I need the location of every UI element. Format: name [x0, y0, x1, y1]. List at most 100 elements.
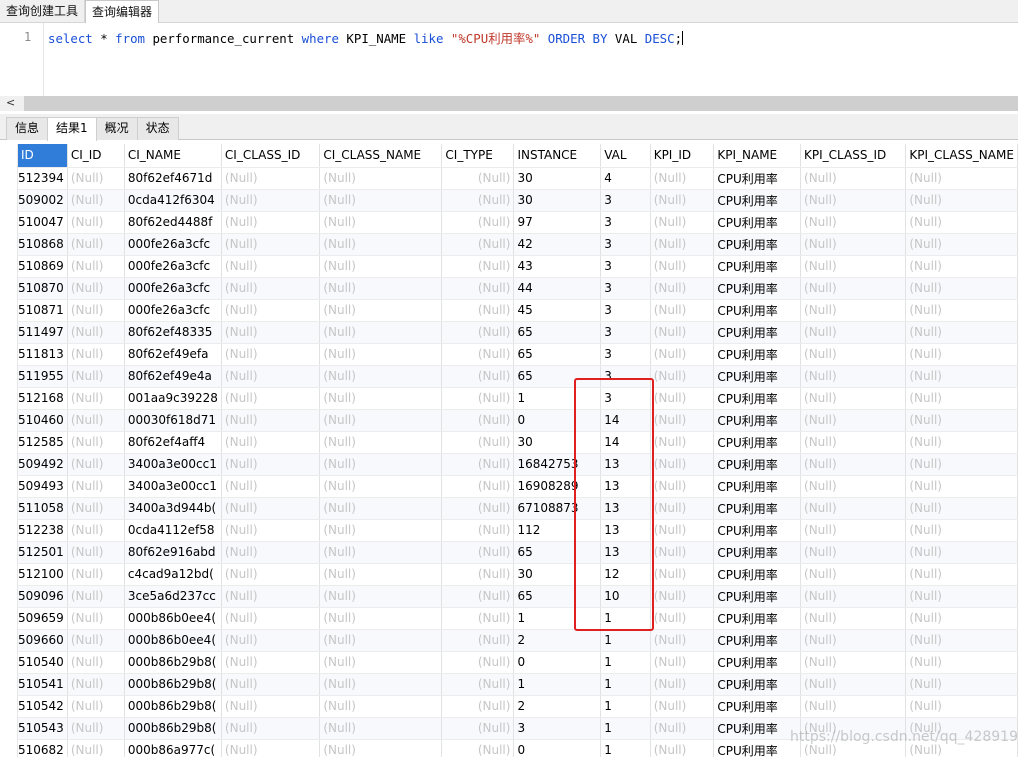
cell-ci-name[interactable]: 000b86b29b8( — [124, 651, 222, 674]
cell-val[interactable]: 4 — [600, 167, 651, 190]
cell-id[interactable]: 511497 — [18, 321, 68, 344]
cell-id[interactable]: 511955 — [18, 365, 68, 388]
cell-id[interactable]: 509659 — [18, 607, 68, 630]
cell-kpi-id[interactable]: (Null) — [650, 167, 715, 190]
cell-kpi-name[interactable]: CPU利用率 — [713, 607, 802, 630]
cell-kpi-class-name[interactable]: (Null) — [905, 453, 1018, 476]
cell-kpi-name[interactable]: CPU利用率 — [713, 629, 802, 652]
scroll-left-icon[interactable]: < — [6, 96, 15, 109]
cell-id[interactable]: 509096 — [18, 585, 68, 608]
cell-instance[interactable]: 65 — [513, 541, 602, 564]
cell-kpi-id[interactable]: (Null) — [650, 409, 715, 432]
cell-ci-name[interactable]: 80f62ef49efa — [124, 343, 222, 366]
cell-ci-id[interactable]: (Null) — [67, 497, 125, 520]
cell-kpi-id[interactable]: (Null) — [650, 365, 715, 388]
cell-ci-id[interactable]: (Null) — [67, 299, 125, 322]
cell-ci-type[interactable]: (Null) — [441, 739, 515, 757]
column-header-kpi-id[interactable]: KPI_ID — [650, 144, 715, 168]
cell-ci-id[interactable]: (Null) — [67, 167, 125, 190]
cell-kpi-name[interactable]: CPU利用率 — [713, 343, 802, 366]
cell-ci-class-name[interactable]: (Null) — [319, 651, 443, 674]
cell-kpi-id[interactable]: (Null) — [650, 717, 715, 740]
cell-id[interactable]: 511058 — [18, 497, 68, 520]
cell-val[interactable]: 3 — [600, 211, 651, 234]
cell-kpi-id[interactable]: (Null) — [650, 629, 715, 652]
cell-val[interactable]: 13 — [600, 519, 651, 542]
cell-val[interactable]: 13 — [600, 453, 651, 476]
table-row[interactable]: 512100 (Null) c4cad9a12bd((Null) (Null) (Nul… — [18, 563, 1018, 586]
cell-kpi-class-name[interactable]: (Null) — [905, 299, 1018, 322]
cell-kpi-class-name[interactable]: (Null) — [905, 651, 1018, 674]
cell-ci-name[interactable]: c4cad9a12bd( — [124, 563, 222, 586]
cell-instance[interactable]: 65 — [513, 585, 602, 608]
cell-kpi-class-name[interactable]: (Null) — [905, 475, 1018, 498]
table-row[interactable]: 511497 (Null) 80f62ef48335 (Null) (Null) (Nul… — [18, 321, 1018, 344]
result-grid[interactable]: ID CI_ID CI_NAME CI_CLASS_ID CI_CLASS_NAME CI… — [18, 144, 1018, 757]
cell-ci-class-id[interactable]: (Null) — [221, 475, 321, 498]
cell-kpi-id[interactable]: (Null) — [650, 607, 715, 630]
cell-ci-name[interactable]: 80f62ef4671d — [124, 167, 222, 190]
cell-ci-id[interactable]: (Null) — [67, 739, 125, 757]
cell-instance[interactable]: 67108873 — [513, 497, 602, 520]
cell-ci-class-name[interactable]: (Null) — [319, 695, 443, 718]
table-row[interactable]: 511813 (Null) 80f62ef49efa (Null) (Null) (Nul… — [18, 343, 1018, 366]
table-row[interactable]: 510460 (Null) 00030f618d71 (Null) (Null) (Nul… — [18, 409, 1018, 432]
table-row[interactable]: 511955 (Null) 80f62ef49e4a (Null) (Null) (Nul… — [18, 365, 1018, 388]
column-header-kpi-class-name[interactable]: KPI_CLASS_NAME — [905, 144, 1018, 168]
cell-ci-class-name[interactable]: (Null) — [319, 409, 443, 432]
cell-ci-name[interactable]: 80f62ed4488f — [124, 211, 222, 234]
cell-val[interactable]: 12 — [600, 563, 651, 586]
tab-info[interactable]: 信息 — [6, 117, 49, 140]
cell-ci-name[interactable]: 80f62e916abd — [124, 541, 222, 564]
cell-ci-id[interactable]: (Null) — [67, 519, 125, 542]
cell-kpi-class-name[interactable]: (Null) — [905, 695, 1018, 718]
table-row[interactable]: 510871 (Null) 000fe26a3cfc (Null) (Null) (Nul… — [18, 299, 1018, 322]
cell-kpi-class-id[interactable]: (Null) — [800, 343, 907, 366]
cell-val[interactable]: 1 — [600, 607, 651, 630]
column-header-ci-type[interactable]: CI_TYPE — [441, 144, 515, 168]
cell-ci-class-name[interactable]: (Null) — [319, 541, 443, 564]
table-row[interactable]: 510047 (Null) 80f62ed4488f (Null) (Null) (Nul… — [18, 211, 1018, 234]
cell-kpi-id[interactable]: (Null) — [650, 211, 715, 234]
cell-ci-id[interactable]: (Null) — [67, 277, 125, 300]
cell-kpi-id[interactable]: (Null) — [650, 343, 715, 366]
cell-ci-type[interactable]: (Null) — [441, 233, 515, 256]
table-row[interactable]: 512168 (Null) 001aa9c39228 (Null) (Null) (Nul… — [18, 387, 1018, 410]
cell-kpi-class-id[interactable]: (Null) — [800, 233, 907, 256]
cell-kpi-class-id[interactable]: (Null) — [800, 695, 907, 718]
cell-ci-name[interactable]: 80f62ef4aff4 — [124, 431, 222, 454]
cell-ci-id[interactable]: (Null) — [67, 673, 125, 696]
cell-kpi-name[interactable]: CPU利用率 — [713, 409, 802, 432]
cell-val[interactable]: 3 — [600, 277, 651, 300]
cell-ci-class-name[interactable]: (Null) — [319, 497, 443, 520]
column-header-ci-id[interactable]: CI_ID — [67, 144, 125, 168]
cell-kpi-name[interactable]: CPU利用率 — [713, 233, 802, 256]
cell-ci-id[interactable]: (Null) — [67, 475, 125, 498]
cell-ci-type[interactable]: (Null) — [441, 211, 515, 234]
cell-kpi-class-id[interactable]: (Null) — [800, 563, 907, 586]
cell-kpi-id[interactable]: (Null) — [650, 431, 715, 454]
cell-ci-class-id[interactable]: (Null) — [221, 431, 321, 454]
cell-instance[interactable]: 30 — [513, 189, 602, 212]
tab-result1[interactable]: 结果1 — [47, 117, 97, 141]
cell-instance[interactable]: 30 — [513, 563, 602, 586]
cell-ci-type[interactable]: (Null) — [441, 431, 515, 454]
cell-ci-id[interactable]: (Null) — [67, 409, 125, 432]
cell-ci-type[interactable]: (Null) — [441, 321, 515, 344]
cell-ci-class-name[interactable]: (Null) — [319, 453, 443, 476]
cell-ci-id[interactable]: (Null) — [67, 343, 125, 366]
cell-instance[interactable]: 16842753 — [513, 453, 602, 476]
cell-ci-class-id[interactable]: (Null) — [221, 519, 321, 542]
cell-kpi-class-name[interactable]: (Null) — [905, 541, 1018, 564]
cell-ci-type[interactable]: (Null) — [441, 453, 515, 476]
cell-id[interactable]: 510542 — [18, 695, 68, 718]
sql-code-line[interactable]: select * from performance_current where … — [48, 29, 684, 47]
cell-ci-class-name[interactable]: (Null) — [319, 255, 443, 278]
cell-ci-class-id[interactable]: (Null) — [221, 299, 321, 322]
cell-kpi-name[interactable]: CPU利用率 — [713, 453, 802, 476]
table-row[interactable]: 509096 (Null) 3ce5a6d237cc (Null) (Null) (Nul… — [18, 585, 1018, 608]
cell-instance[interactable]: 2 — [513, 695, 602, 718]
cell-val[interactable]: 14 — [600, 431, 651, 454]
cell-ci-class-name[interactable]: (Null) — [319, 475, 443, 498]
cell-instance[interactable]: 3 — [513, 717, 602, 740]
